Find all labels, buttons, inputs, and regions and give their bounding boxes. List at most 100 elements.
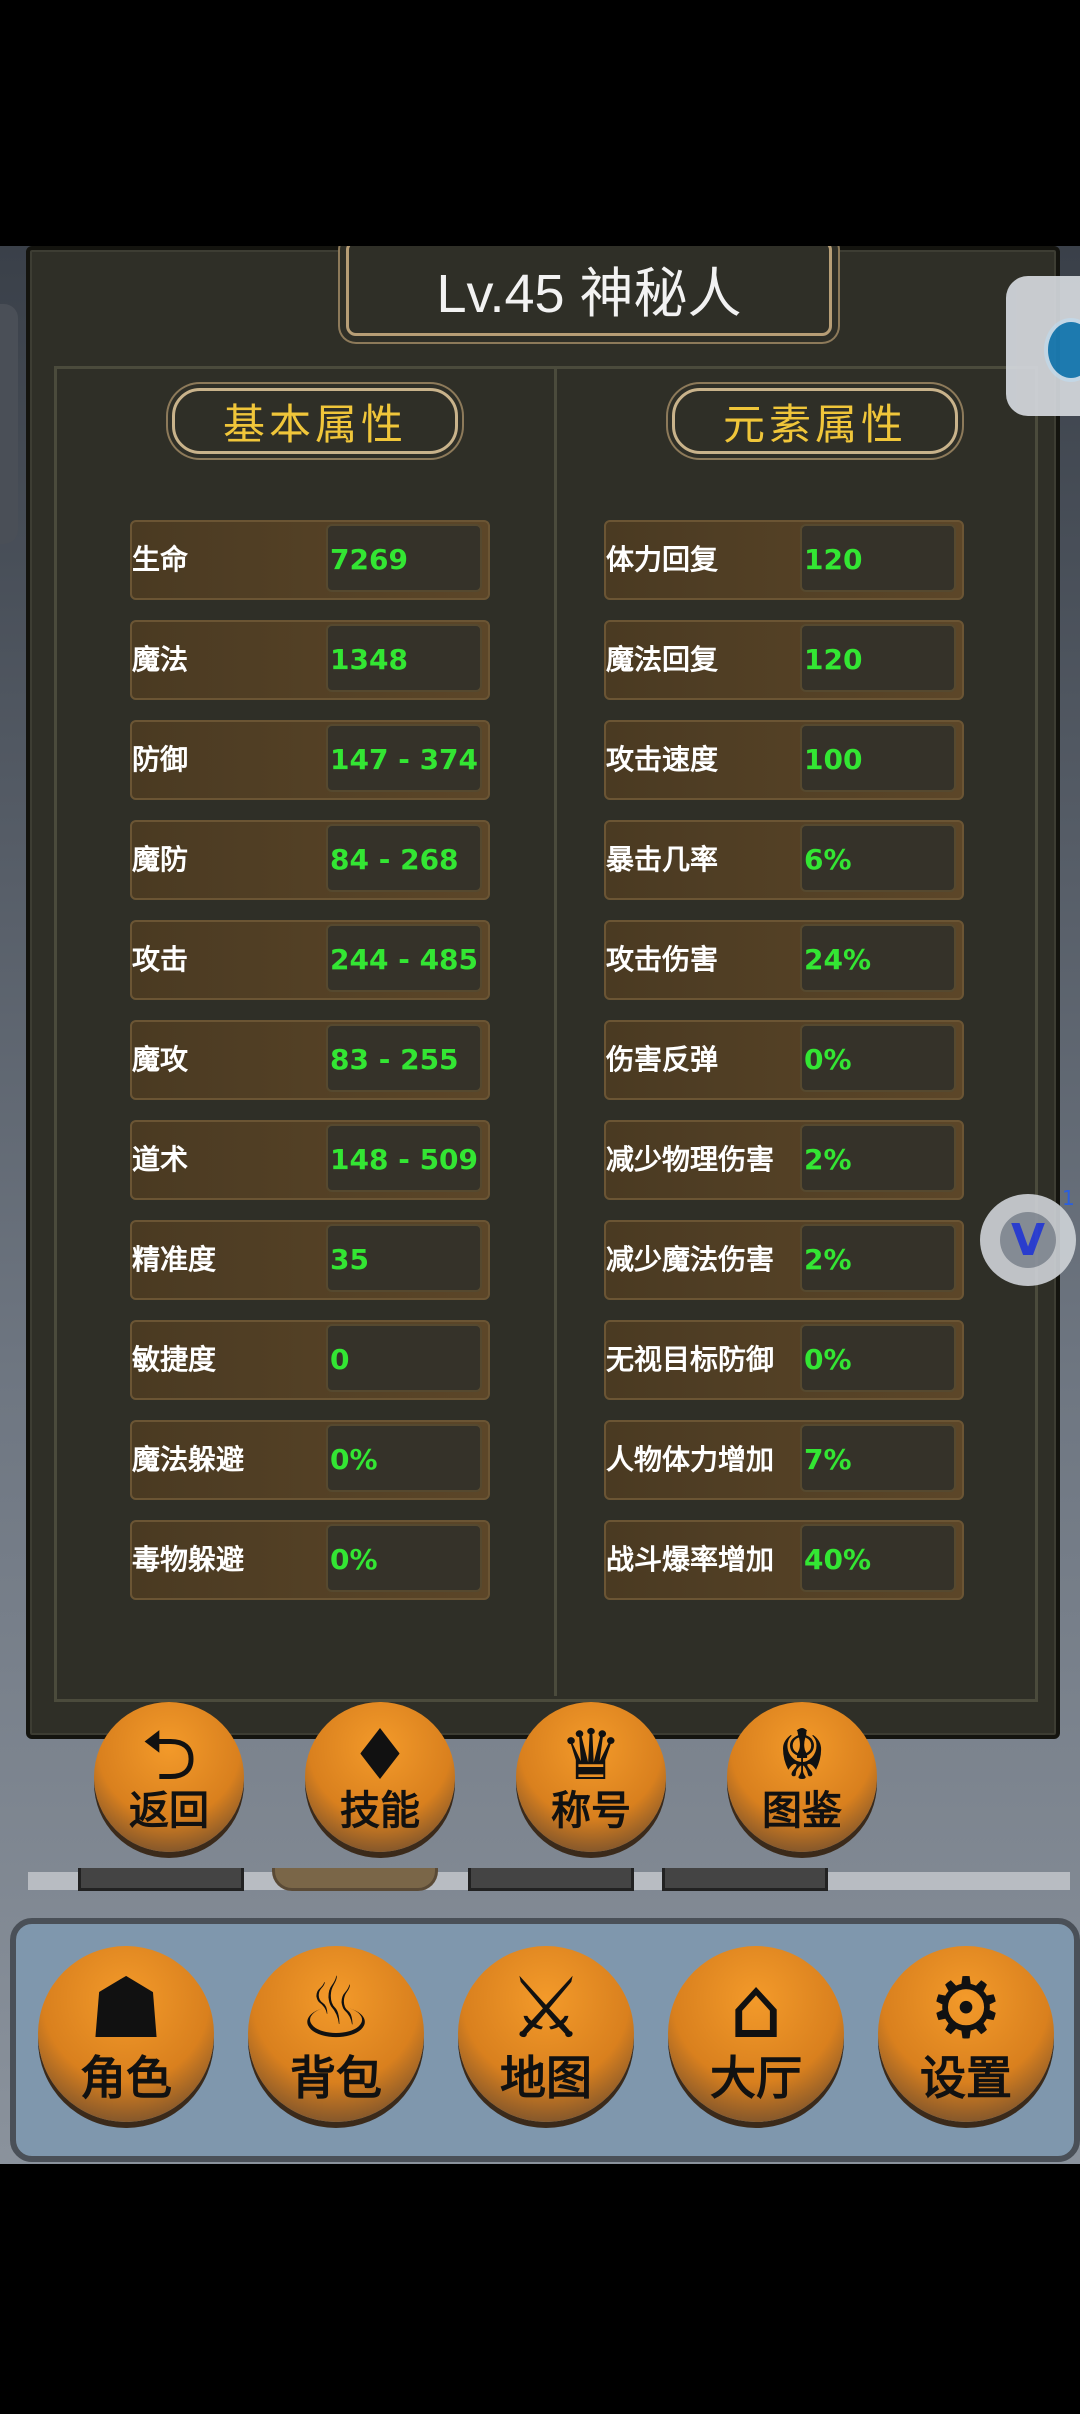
stat-label: 战斗爆率增加	[606, 1543, 775, 1576]
left-side-tab[interactable]	[0, 304, 18, 544]
stat-value: 1348	[326, 624, 482, 692]
title-frame: Lv.45 神秘人	[346, 246, 832, 336]
basic-stat-row: 道术 148 - 509	[130, 1120, 490, 1200]
element-stat-row: 减少魔法伤害 2%	[604, 1220, 964, 1300]
element-stat-row: 伤害反弹 0%	[604, 1020, 964, 1100]
side-tab-icon	[1044, 318, 1080, 382]
stat-label: 减少物理伤害	[606, 1143, 775, 1176]
stat-label: 精准度	[132, 1243, 217, 1276]
basic-stat-row: 精准度 35	[130, 1220, 490, 1300]
nav-button[interactable]: ♨ 背包	[248, 1946, 424, 2122]
v-logo-icon: V	[1000, 1212, 1056, 1268]
nav-label: 背包	[290, 2051, 382, 2105]
nav-label: 角色	[80, 2051, 172, 2105]
stat-label: 伤害反弹	[606, 1043, 719, 1076]
nav-button[interactable]: ⌂ 大厅	[668, 1946, 844, 2122]
nav-label: 设置	[920, 2051, 1012, 2105]
stat-label: 敏捷度	[132, 1343, 217, 1376]
element-stat-row: 减少物理伤害 2%	[604, 1120, 964, 1200]
stat-label: 魔防	[132, 843, 189, 876]
action-button[interactable]: ☬ 图鉴	[727, 1702, 877, 1852]
stat-value: 120	[800, 624, 956, 692]
stat-value: 84 - 268	[326, 824, 482, 892]
crossed-swords-icon: ⚔	[508, 1959, 584, 2057]
element-section-label: 元素属性	[722, 399, 907, 449]
element-stat-row: 无视目标防御 0%	[604, 1320, 964, 1400]
stat-label: 无视目标防御	[606, 1343, 775, 1376]
stat-label: 减少魔法伤害	[606, 1243, 775, 1276]
action-label: 称号	[551, 1788, 631, 1834]
stat-value: 0%	[800, 1324, 956, 1392]
stat-value: 7%	[800, 1424, 956, 1492]
column-divider	[554, 366, 557, 1696]
house-icon: ⌂	[729, 1959, 783, 2057]
element-stat-row: 暴击几率 6%	[604, 820, 964, 900]
stat-value: 24%	[800, 924, 956, 992]
stat-label: 魔攻	[132, 1043, 189, 1076]
action-button[interactable]: ♛ 称号	[516, 1702, 666, 1852]
action-label: 技能	[340, 1788, 420, 1834]
stat-value: 35	[326, 1224, 482, 1292]
element-stat-row: 体力回复 120	[604, 520, 964, 600]
stat-label: 魔法	[132, 643, 189, 676]
element-stat-row: 攻击伤害 24%	[604, 920, 964, 1000]
basic-stat-row: 防御 147 - 374	[130, 720, 490, 800]
nav-button[interactable]: ⚙ 设置	[878, 1946, 1054, 2122]
basic-stat-row: 敏捷度 0	[130, 1320, 490, 1400]
action-button[interactable]: ♦ 技能	[305, 1702, 455, 1852]
basic-stat-row: 魔法 1348	[130, 620, 490, 700]
stat-value: 148 - 509	[326, 1124, 482, 1192]
nav-label: 大厅	[710, 2051, 802, 2105]
nav-button[interactable]: ☗ 角色	[38, 1946, 214, 2122]
stat-value: 120	[800, 524, 956, 592]
nav-label: 地图	[500, 2051, 592, 2105]
element-stat-row: 魔法回复 120	[604, 620, 964, 700]
stat-value: 0%	[326, 1524, 482, 1592]
stat-value: 2%	[800, 1124, 956, 1192]
stat-value: 7269	[326, 524, 482, 592]
stat-label: 攻击速度	[606, 743, 719, 776]
basic-stat-row: 攻击 244 - 485	[130, 920, 490, 1000]
strip-slot	[662, 1868, 828, 1891]
floating-badge: 1	[1062, 1186, 1075, 1210]
stat-label: 人物体力增加	[606, 1443, 775, 1476]
stat-label: 暴击几率	[606, 843, 719, 876]
bag-icon: ♨	[298, 1959, 374, 2057]
character-title: Lv.45 神秘人	[436, 263, 742, 324]
action-label: 图鉴	[762, 1788, 842, 1834]
stat-value: 2%	[800, 1224, 956, 1292]
basic-stat-row: 生命 7269	[130, 520, 490, 600]
strip-slot	[272, 1868, 438, 1891]
basic-stat-row: 毒物躲避 0%	[130, 1520, 490, 1600]
stat-label: 生命	[132, 543, 189, 576]
element-stat-row: 攻击速度 100	[604, 720, 964, 800]
stat-value: 40%	[800, 1524, 956, 1592]
nav-button[interactable]: ⚔ 地图	[458, 1946, 634, 2122]
attribute-panel: Lv.45 神秘人 基本属性 元素属性 生命 7269 魔法 1348 防御 147 - …	[26, 246, 1060, 1739]
stat-label: 道术	[132, 1143, 189, 1176]
stat-value: 147 - 374	[326, 724, 482, 792]
right-side-tab[interactable]	[1006, 276, 1080, 416]
stat-label: 攻击	[132, 943, 189, 976]
strip-slot	[468, 1868, 634, 1891]
stat-value: 100	[800, 724, 956, 792]
basic-section-label: 基本属性	[222, 399, 407, 449]
stat-value: 244 - 485	[326, 924, 482, 992]
basic-stat-row: 魔防 84 - 268	[130, 820, 490, 900]
basic-stat-row: 魔攻 83 - 255	[130, 1020, 490, 1100]
action-button[interactable]: ⮌ 返回	[94, 1702, 244, 1852]
gear-icon: ⚙	[928, 1959, 1004, 2057]
stat-label: 魔法回复	[606, 643, 719, 676]
stat-value: 6%	[800, 824, 956, 892]
stat-value: 83 - 255	[326, 1024, 482, 1092]
element-stat-row: 人物体力增加 7%	[604, 1420, 964, 1500]
stat-label: 攻击伤害	[606, 943, 719, 976]
stat-label: 魔法躲避	[132, 1443, 245, 1476]
stat-label: 防御	[132, 743, 189, 776]
wizard-icon: ☗	[88, 1959, 164, 2057]
game-screen: Lv.45 神秘人 基本属性 元素属性 生命 7269 魔法 1348 防御 147 - …	[0, 246, 1080, 2164]
element-stat-row: 战斗爆率增加 40%	[604, 1520, 964, 1600]
strip-slot	[78, 1868, 244, 1891]
stat-value: 0	[326, 1324, 482, 1392]
stat-value: 0%	[326, 1424, 482, 1492]
